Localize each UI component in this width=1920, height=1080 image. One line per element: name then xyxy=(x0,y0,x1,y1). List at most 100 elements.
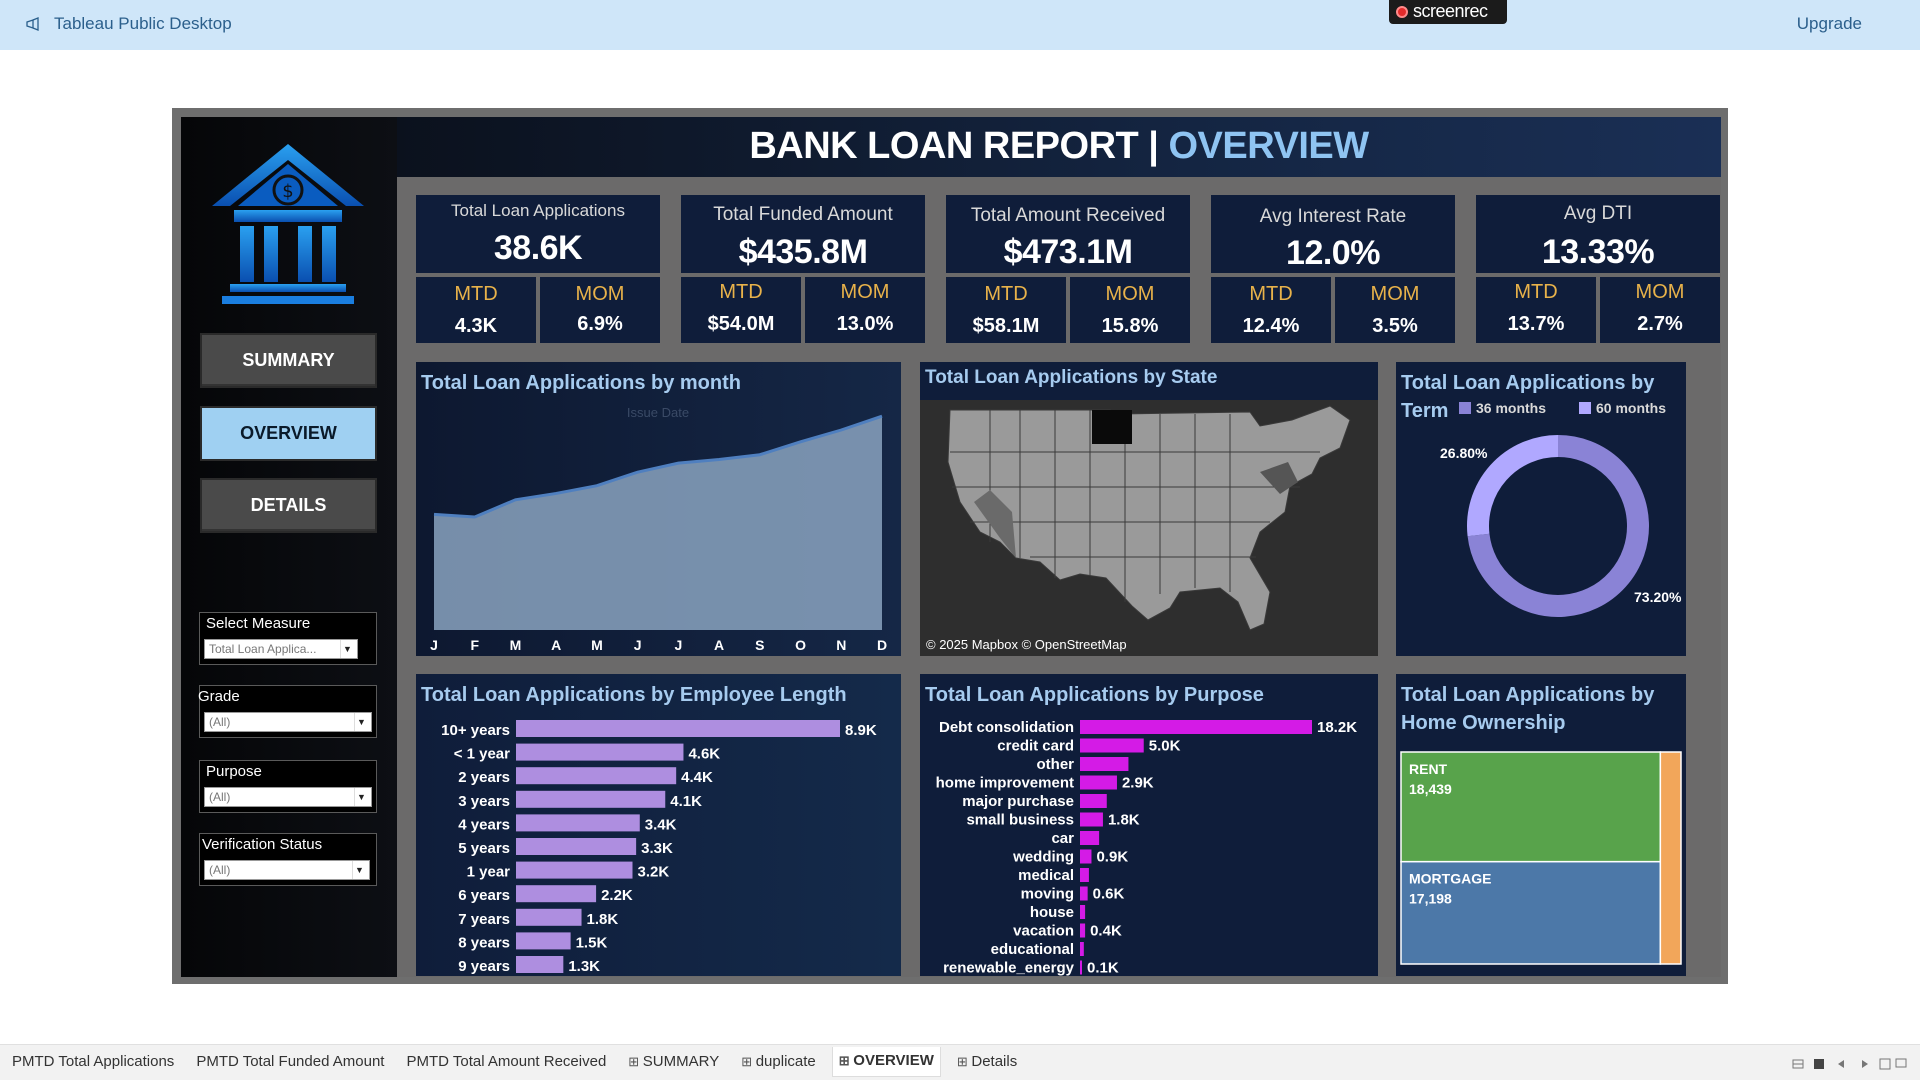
data-label: 8.9K xyxy=(845,722,877,739)
term-donut-chart: 36 months 60 months 73.20% 26.80% xyxy=(1440,400,1682,617)
sheet-tab-label: PMTD Total Amount Received xyxy=(406,1053,607,1070)
x-tick-label: J xyxy=(430,637,438,653)
nav-details-button[interactable]: DETAILS xyxy=(200,478,377,533)
data-label: 1.8K xyxy=(1108,812,1140,829)
bar xyxy=(1080,960,1082,975)
slice-label: 26.80% xyxy=(1440,445,1488,461)
bar xyxy=(1080,923,1086,938)
panel-applications-by-employee-length[interactable]: Total Loan Applications by Employee Leng… xyxy=(416,674,901,976)
bar xyxy=(1080,812,1103,827)
data-label: 2.9K xyxy=(1122,775,1154,792)
sheet-tab-pmtd-total-applications[interactable]: PMTD Total Applications xyxy=(6,1051,180,1073)
panel-applications-by-state[interactable]: Total Loan Applications by State © 2025 … xyxy=(920,362,1378,656)
category-label: Debt consolidation xyxy=(939,719,1074,736)
category-label: 5 years xyxy=(458,840,510,857)
kpi-avg-dti[interactable]: Avg DTI 13.33% MTD 13.7% MOM 2.7% xyxy=(1476,195,1720,343)
grade-label: Grade xyxy=(198,688,240,705)
kpi-mom: MOM 13.0% xyxy=(805,277,925,343)
category-label: educational xyxy=(991,941,1074,958)
us-state-map[interactable]: © 2025 Mapbox © OpenStreetMap xyxy=(920,362,1378,656)
sheet-tab-label: PMTD Total Applications xyxy=(12,1053,175,1070)
bar xyxy=(1080,831,1100,845)
grid-icon: ⊞ xyxy=(838,1053,854,1068)
bar xyxy=(1080,905,1086,919)
bar xyxy=(1080,942,1084,956)
data-label: 2.2K xyxy=(601,887,633,904)
bar xyxy=(516,790,666,808)
purpose-bar-chart: Debt consolidation 18.2K credit card 5.0K ot… xyxy=(936,719,1358,977)
panel-applications-by-term[interactable]: Total Loan Applications by Term 36 month… xyxy=(1396,362,1686,656)
verification-status-label: Verification Status xyxy=(202,836,323,853)
sheet-tab-details[interactable]: ⊞ Details xyxy=(951,1051,1023,1073)
sheet-tab-label: SUMMARY xyxy=(642,1053,720,1070)
grade-dropdown[interactable]: (All) ▼ xyxy=(204,712,372,732)
kpi-main: Avg Interest Rate 12.0% xyxy=(1211,195,1455,273)
sheet-tab-summary[interactable]: ⊞ SUMMARY xyxy=(622,1051,725,1073)
kpi-total-loan-applications[interactable]: Total Loan Applications 38.6K MTD 4.3K M… xyxy=(416,195,660,343)
kpi-mom: MOM 2.7% xyxy=(1600,277,1720,343)
kpi-main: Total Loan Applications 38.6K xyxy=(416,195,660,273)
donut-slice xyxy=(1467,435,1559,537)
sheet-tab-overview[interactable]: ⊞ OVERVIEW xyxy=(831,1047,941,1077)
bar xyxy=(516,908,582,926)
sheet-tab-bar: PMTD Total Applications PMTD Total Funded… xyxy=(0,1044,1920,1080)
select-measure-dropdown[interactable]: Total Loan Applica... ▼ xyxy=(204,639,358,659)
x-tick-label: M xyxy=(510,637,522,653)
upgrade-link[interactable]: Upgrade xyxy=(1797,14,1862,34)
kpi-total-amount-received[interactable]: Total Amount Received $473.1M MTD $58.1M… xyxy=(946,195,1190,343)
kpi-mom-label: MOM xyxy=(840,281,890,303)
purpose-value: (All) xyxy=(209,790,231,804)
category-label: wedding xyxy=(1012,849,1074,866)
kpi-avg-interest-rate[interactable]: Avg Interest Rate 12.0% MTD 12.4% MOM 3.… xyxy=(1211,195,1455,343)
purpose-dropdown[interactable]: (All) ▼ xyxy=(204,787,372,807)
dashboard-header: BANK LOAN REPORT | OVERVIEW xyxy=(397,117,1721,177)
bar xyxy=(516,932,571,950)
data-label: 18.2K xyxy=(1317,719,1357,736)
category-label: renewable_energy xyxy=(943,960,1075,977)
cell-name-label: MORTGAGE xyxy=(1409,871,1491,887)
kpi-mtd-label: MTD xyxy=(984,283,1028,305)
kpi-value: $435.8M xyxy=(738,233,868,271)
category-label: medical xyxy=(1018,867,1074,884)
slice-label: 73.20% xyxy=(1634,589,1682,605)
kpi-mtd: MTD 12.4% xyxy=(1211,277,1331,343)
category-label: credit card xyxy=(997,738,1074,755)
megaphone-icon xyxy=(26,17,40,31)
x-tick-label: A xyxy=(714,637,724,653)
dropdown-arrow-icon: ▼ xyxy=(354,788,368,806)
bar xyxy=(516,720,840,737)
panel-applications-by-home-ownership[interactable]: Total Loan Applications by Home Ownershi… xyxy=(1396,674,1686,976)
sheet-tab-duplicate[interactable]: ⊞ duplicate xyxy=(735,1051,822,1073)
bar xyxy=(516,767,677,785)
kpi-label: Total Funded Amount xyxy=(713,204,893,225)
category-label: 7 years xyxy=(458,911,510,928)
tab-controls-icons xyxy=(1792,1058,1907,1070)
data-label: 1.8K xyxy=(587,911,619,928)
kpi-mtd-label: MTD xyxy=(719,281,763,303)
category-label: moving xyxy=(1021,886,1074,903)
sheet-tab-pmtd-total-amount-received[interactable]: PMTD Total Amount Received xyxy=(400,1051,612,1073)
kpi-mom-label: MOM xyxy=(575,283,625,305)
sheet-tab-pmtd-total-funded-amount[interactable]: PMTD Total Funded Amount xyxy=(190,1051,390,1073)
bar xyxy=(516,956,564,973)
purpose-label: Purpose xyxy=(206,763,262,780)
category-label: 9 years xyxy=(458,958,510,975)
panel-applications-by-purpose[interactable]: Total Loan Applications by Purpose Debt … xyxy=(920,674,1378,976)
verification-status-dropdown[interactable]: (All) ▼ xyxy=(204,860,370,880)
bank-building-icon: $ xyxy=(208,140,368,315)
cell-value-label: 17,198 xyxy=(1409,891,1452,907)
kpi-label: Avg Interest Rate xyxy=(1259,206,1407,227)
data-label: 5.0K xyxy=(1149,738,1181,755)
kpi-value: $473.1M xyxy=(1003,233,1133,271)
data-label: 3.4K xyxy=(645,816,677,833)
cell-value-label: 18,439 xyxy=(1409,781,1452,797)
kpi-total-funded-amount[interactable]: Total Funded Amount $435.8M MTD $54.0M M… xyxy=(681,195,925,343)
nav-summary-button[interactable]: SUMMARY xyxy=(200,333,377,388)
x-axis-title: Issue Date xyxy=(627,405,689,420)
data-label: 0.1K xyxy=(1087,960,1119,977)
panel-applications-by-month[interactable]: Total Loan Applications by month Issue D… xyxy=(416,362,901,656)
kpi-mom-value: 13.0% xyxy=(836,313,894,335)
nav-overview-button[interactable]: OVERVIEW xyxy=(200,406,377,461)
kpi-mtd-value: $58.1M xyxy=(972,315,1040,337)
kpi-mtd: MTD 4.3K xyxy=(416,277,536,343)
